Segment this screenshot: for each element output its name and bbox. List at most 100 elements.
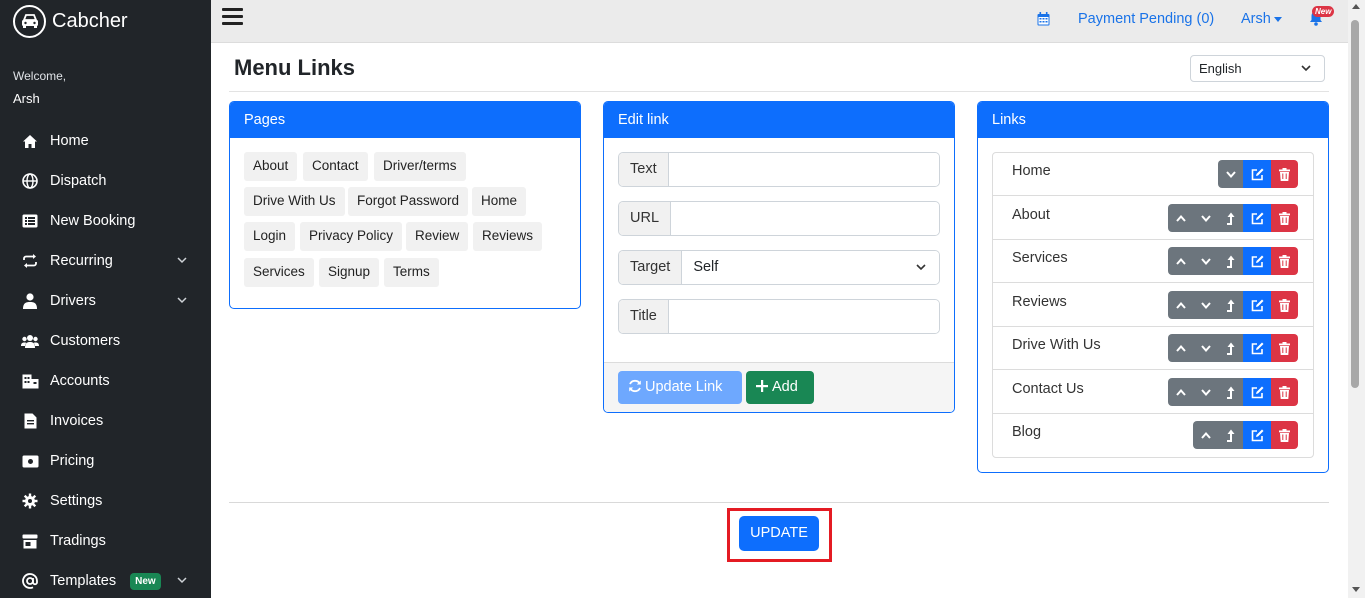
sidebar-item-label: Invoices xyxy=(50,413,104,429)
edit-icon xyxy=(1251,299,1263,311)
page-tag-home[interactable]: Home xyxy=(472,187,527,216)
scroll-down-arrow-icon[interactable] xyxy=(1352,587,1360,592)
edit-button[interactable] xyxy=(1243,334,1271,362)
scroll-thumb[interactable] xyxy=(1351,20,1359,388)
brand[interactable]: Cabcher xyxy=(13,4,128,38)
user-icon xyxy=(21,292,39,310)
move-down-button[interactable] xyxy=(1193,291,1218,319)
title-field[interactable] xyxy=(668,300,939,333)
target-select-value: Self xyxy=(693,259,719,275)
move-down-button[interactable] xyxy=(1193,378,1218,406)
link-row: Blog xyxy=(993,414,1313,457)
delete-button[interactable] xyxy=(1271,291,1298,319)
move-up-button[interactable] xyxy=(1168,334,1193,362)
indent-button[interactable] xyxy=(1218,291,1243,319)
edit-button[interactable] xyxy=(1243,204,1271,232)
sidebar-item-customers[interactable]: Customers xyxy=(0,321,211,361)
sidebar-item-recurring[interactable]: Recurring xyxy=(0,241,211,281)
edit-link-card: Edit link Text URL Target Self Title Upd… xyxy=(603,101,955,413)
page-tag-privacy-policy[interactable]: Privacy Policy xyxy=(300,222,403,251)
update-button[interactable]: UPDATE xyxy=(739,516,819,551)
trash-icon xyxy=(1279,385,1290,399)
sidebar-item-pricing[interactable]: Pricing xyxy=(0,441,211,481)
delete-button[interactable] xyxy=(1271,247,1298,275)
sidebar-item-dispatch[interactable]: Dispatch xyxy=(0,161,211,201)
url-field-label: URL xyxy=(619,202,672,235)
indent-button[interactable] xyxy=(1218,204,1243,232)
update-link-button[interactable]: Update Link xyxy=(618,371,742,404)
page-scrollbar[interactable] xyxy=(1348,0,1365,598)
sidebar-username: Arsh xyxy=(13,91,40,106)
move-down-button[interactable] xyxy=(1193,204,1218,232)
edit-icon xyxy=(1251,255,1263,267)
indent-button[interactable] xyxy=(1218,247,1243,275)
delete-button[interactable] xyxy=(1271,421,1298,449)
page-tag-review[interactable]: Review xyxy=(406,222,469,251)
gear-icon xyxy=(21,492,39,510)
edit-link-footer: Update Link Add xyxy=(604,362,954,412)
move-up-button[interactable] xyxy=(1168,204,1193,232)
sidebar-item-settings[interactable]: Settings xyxy=(0,481,211,521)
sidebar-item-drivers[interactable]: Drivers xyxy=(0,281,211,321)
page-tag-terms[interactable]: Terms xyxy=(384,258,439,287)
edit-button[interactable] xyxy=(1243,291,1271,319)
level-up-icon xyxy=(1226,429,1234,442)
page-tag-driver-terms[interactable]: Driver/terms xyxy=(374,152,466,181)
chevron-down-icon xyxy=(1225,170,1236,178)
sidebar-item-label: Settings xyxy=(50,493,103,509)
indent-button[interactable] xyxy=(1218,334,1243,362)
page-tag-about[interactable]: About xyxy=(244,152,298,181)
language-select[interactable]: English xyxy=(1190,55,1325,82)
move-down-button[interactable] xyxy=(1193,247,1218,275)
url-field[interactable] xyxy=(671,202,939,235)
indent-button[interactable] xyxy=(1218,421,1243,449)
sidebar-item-new-booking[interactable]: New Booking xyxy=(0,201,211,241)
sidebar-item-tradings[interactable]: Tradings xyxy=(0,521,211,561)
sidebar-item-templates[interactable]: Templates New xyxy=(0,561,211,598)
sidebar-item-label: Customers xyxy=(50,333,121,349)
edit-button[interactable] xyxy=(1243,421,1271,449)
edit-button[interactable] xyxy=(1243,160,1271,188)
delete-button[interactable] xyxy=(1271,160,1298,188)
store-icon xyxy=(21,532,39,550)
move-down-button[interactable] xyxy=(1193,334,1218,362)
notification-badge: New xyxy=(1312,6,1335,17)
sidebar-item-home[interactable]: Home xyxy=(0,121,211,161)
page-tag-login[interactable]: Login xyxy=(244,222,296,251)
scroll-up-arrow-icon[interactable] xyxy=(1352,4,1360,9)
chevron-down-icon xyxy=(177,577,187,584)
chevron-down-icon xyxy=(1200,301,1211,309)
page-tag-signup[interactable]: Signup xyxy=(319,258,380,287)
link-label: Services xyxy=(1012,250,1068,266)
indent-button[interactable] xyxy=(1218,378,1243,406)
sidebar-nav: Home Dispatch New Booking Recurring Driv… xyxy=(0,121,211,598)
sidebar-item-accounts[interactable]: Accounts xyxy=(0,361,211,401)
delete-button[interactable] xyxy=(1271,378,1298,406)
sidebar-item-invoices[interactable]: Invoices xyxy=(0,401,211,441)
calendar-icon[interactable] xyxy=(1037,12,1050,26)
text-field[interactable] xyxy=(668,153,939,186)
chevron-down-icon xyxy=(1200,344,1211,352)
move-up-button[interactable] xyxy=(1168,378,1193,406)
page-tag-contact[interactable]: Contact xyxy=(303,152,368,181)
target-select[interactable]: Self xyxy=(682,251,939,284)
payment-pending-link[interactable]: Payment Pending (0) xyxy=(1078,11,1214,27)
page-tag-reviews[interactable]: Reviews xyxy=(473,222,543,251)
page-tag-drive-with-us[interactable]: Drive With Us xyxy=(244,187,345,216)
move-up-button[interactable] xyxy=(1168,247,1193,275)
move-up-button[interactable] xyxy=(1168,291,1193,319)
home-icon xyxy=(21,132,39,150)
edit-button[interactable] xyxy=(1243,247,1271,275)
delete-button[interactable] xyxy=(1271,334,1298,362)
move-up-button[interactable] xyxy=(1193,421,1218,449)
delete-button[interactable] xyxy=(1271,204,1298,232)
user-dropdown[interactable]: Arsh xyxy=(1241,11,1282,27)
add-link-button[interactable]: Add xyxy=(746,371,814,404)
link-row: Home xyxy=(993,153,1313,196)
move-down-button[interactable] xyxy=(1218,160,1243,188)
hamburger-menu-icon[interactable] xyxy=(222,8,243,26)
edit-button[interactable] xyxy=(1243,378,1271,406)
page-tag-services[interactable]: Services xyxy=(244,258,314,287)
money-icon xyxy=(21,452,39,470)
page-tag-forgot-password[interactable]: Forgot Password xyxy=(348,187,469,216)
